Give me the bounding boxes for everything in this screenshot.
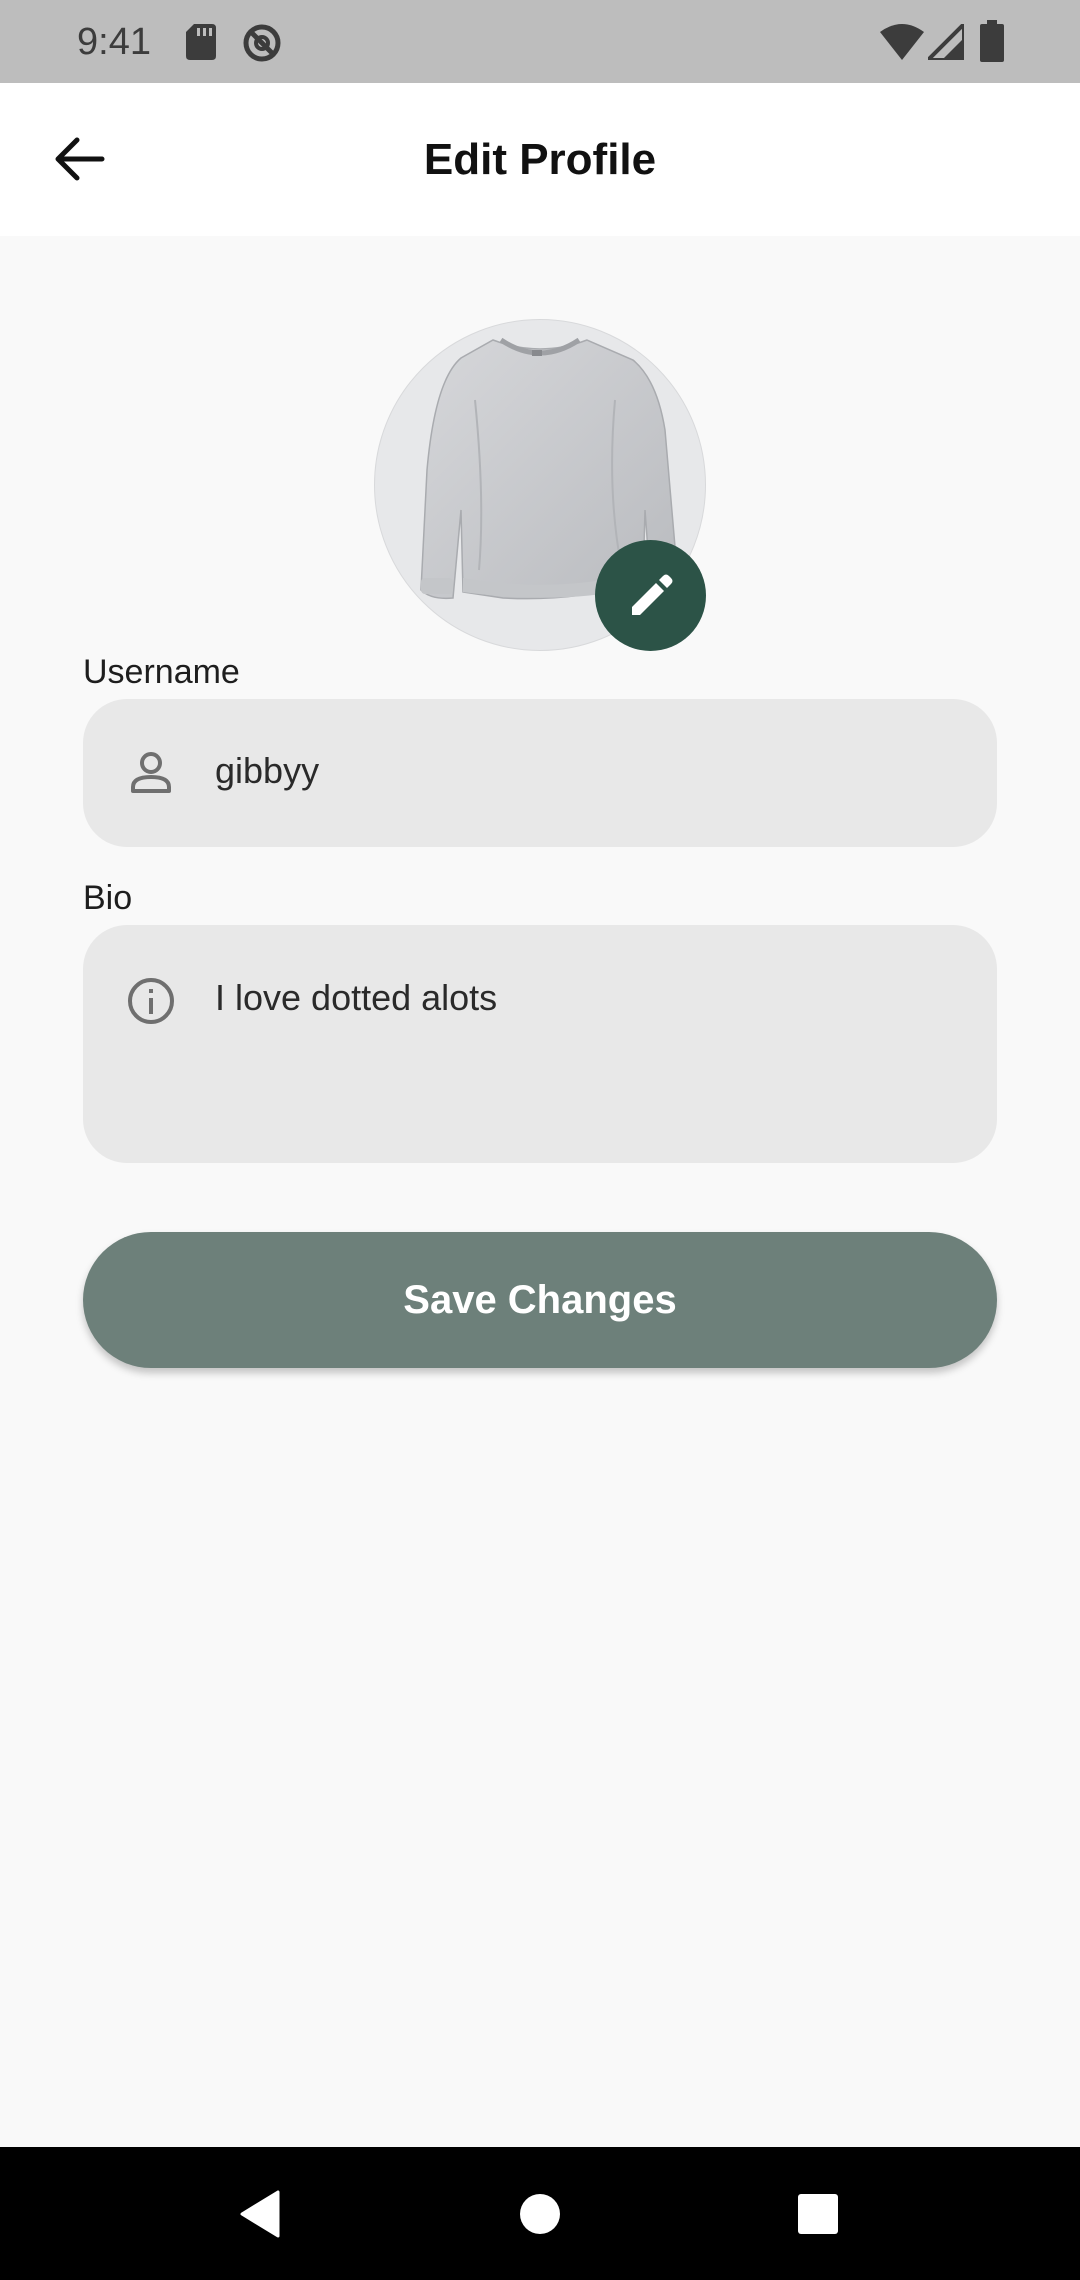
page-title: Edit Profile xyxy=(423,134,657,184)
app-bar: Edit Profile xyxy=(0,83,1080,236)
do-not-disturb-icon xyxy=(243,24,281,62)
arrow-left-icon xyxy=(55,137,105,181)
info-icon xyxy=(128,978,174,1024)
username-label: Username xyxy=(83,653,240,691)
avatar-section xyxy=(374,319,706,651)
bio-value: I love dotted alots xyxy=(215,977,498,1018)
back-triangle-icon xyxy=(240,2190,280,2237)
nav-home-button[interactable] xyxy=(480,2147,600,2280)
bio-field[interactable]: I love dotted alots xyxy=(83,925,997,1163)
sd-card-icon xyxy=(186,24,216,60)
nav-recents-button[interactable] xyxy=(758,2147,878,2280)
back-button[interactable] xyxy=(40,119,120,199)
bio-label: Bio xyxy=(83,879,133,917)
username-value: gibbyy xyxy=(215,750,320,791)
wifi-icon xyxy=(880,24,924,60)
battery-icon xyxy=(980,20,1004,62)
system-nav-bar xyxy=(0,2147,1080,2280)
person-icon xyxy=(131,752,171,793)
home-circle-icon xyxy=(520,2193,560,2234)
save-changes-button[interactable]: Save Changes xyxy=(83,1232,997,1368)
status-bar: 9:41 xyxy=(0,0,1080,83)
username-field[interactable]: gibbyy xyxy=(83,699,997,847)
pencil-icon xyxy=(631,574,672,615)
signal-icon xyxy=(928,24,964,60)
status-time: 9:41 xyxy=(77,21,151,63)
edit-avatar-button[interactable] xyxy=(595,540,706,651)
recents-square-icon xyxy=(798,2193,838,2234)
nav-back-button[interactable] xyxy=(200,2147,320,2280)
